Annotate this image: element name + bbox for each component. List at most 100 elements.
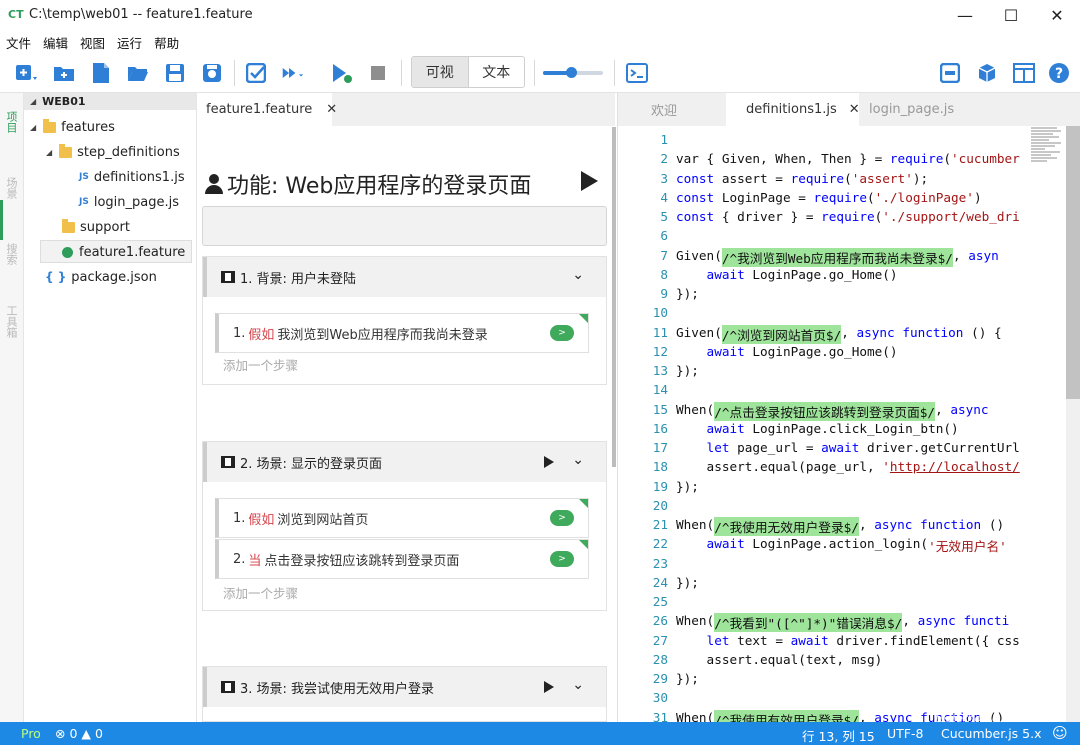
menu-view[interactable]: 视图: [80, 33, 105, 52]
code-line[interactable]: 3 const assert = require('assert');: [618, 171, 1028, 190]
view-mode-text-button[interactable]: 文本: [469, 57, 525, 87]
tab-welcome[interactable]: 欢迎: [618, 93, 726, 126]
run-step-icon[interactable]: >: [550, 510, 574, 526]
side-tab-toolbox[interactable]: 工具箱: [4, 305, 18, 338]
chevron-down-icon[interactable]: ⌄: [572, 267, 584, 283]
tree-item-login-page[interactable]: JS login_page.js: [79, 191, 179, 213]
cursor-position[interactable]: 行 13, 列 15: [802, 726, 875, 745]
view-mode-visual-button[interactable]: 可视: [412, 57, 469, 87]
scenario-header[interactable]: 1. 背景: 用户未登陆 ⌄: [203, 257, 606, 297]
code-scrollbar[interactable]: [1066, 126, 1080, 722]
smiley-icon[interactable]: ☺: [1052, 724, 1068, 742]
open-folder-icon[interactable]: [126, 61, 150, 85]
help-icon[interactable]: ?: [1047, 61, 1071, 85]
tree-item-package-json[interactable]: { } package.json: [45, 266, 157, 288]
code-line[interactable]: 9});: [618, 286, 1028, 305]
package-icon[interactable]: [975, 61, 999, 85]
panel-icon[interactable]: [938, 61, 962, 85]
add-step-link[interactable]: 添加一个步骤: [223, 355, 298, 374]
code-line[interactable]: 13});: [618, 363, 1028, 382]
run-step-icon[interactable]: >: [550, 551, 574, 567]
code-line[interactable]: 20: [618, 498, 1028, 517]
run-scenario-icon[interactable]: [544, 681, 554, 693]
menu-run[interactable]: 运行: [117, 33, 142, 52]
editor-scrollbar[interactable]: [612, 127, 616, 467]
save-icon[interactable]: [163, 61, 187, 85]
runtime-indicator[interactable]: Cucumber.js 5.x: [941, 726, 1042, 741]
code-line[interactable]: 27 let text = await driver.findElement({…: [618, 633, 1028, 652]
new-file-icon[interactable]: [14, 61, 38, 85]
scenario-header[interactable]: 3. 场景: 我尝试使用无效用户登录 ⌄: [203, 667, 606, 707]
run-icon[interactable]: [330, 61, 354, 85]
code-line[interactable]: 23: [618, 556, 1028, 575]
feature-title[interactable]: 功能: Web应用程序的登录页面: [203, 168, 531, 200]
add-step-link[interactable]: 添加一个步骤: [223, 583, 298, 602]
menu-file[interactable]: 文件: [6, 33, 31, 52]
new-folder-icon[interactable]: [52, 61, 76, 85]
code-line[interactable]: 6: [618, 228, 1028, 247]
side-tab-scenarios[interactable]: 场景: [4, 177, 18, 199]
code-line[interactable]: 29});: [618, 671, 1028, 690]
save-all-icon[interactable]: [200, 61, 224, 85]
side-tab-project[interactable]: 项目: [4, 111, 18, 133]
run-all-icon[interactable]: [282, 61, 306, 85]
code-line[interactable]: 30: [618, 690, 1028, 709]
code-line[interactable]: 26 When(/^我看到"([^"]*)"错误消息$/, async funct…: [618, 613, 1028, 633]
tab-login-page[interactable]: login_page.js: [859, 93, 979, 126]
feature-description-input[interactable]: [202, 206, 607, 246]
tab-feature1[interactable]: feature1.feature ✕: [197, 93, 337, 126]
menu-help[interactable]: 帮助: [154, 33, 179, 52]
code-line[interactable]: 2 var { Given, When, Then } = require('cu…: [618, 151, 1028, 170]
chevron-down-icon[interactable]: ⌄: [572, 677, 584, 693]
step-row[interactable]: 1. 假如 我浏览到Web应用程序而我尚未登录 >: [215, 313, 589, 353]
code-line[interactable]: 8 await LoginPage.go_Home(): [618, 267, 1028, 286]
code-line[interactable]: 16 await LoginPage.click_Login_btn(): [618, 421, 1028, 440]
terminal-icon[interactable]: [625, 61, 649, 85]
maximize-button[interactable]: ☐: [988, 0, 1034, 31]
new-document-icon[interactable]: [89, 61, 113, 85]
scenario-header[interactable]: 2. 场景: 显示的登录页面 ⌄: [203, 442, 606, 482]
code-line[interactable]: 15 When(/^点击登录按钮应该跳转到登录页面$/, async: [618, 401, 1028, 421]
code-line[interactable]: 28 assert.equal(text, msg): [618, 652, 1028, 671]
zoom-slider-thumb[interactable]: [566, 67, 577, 78]
code-line[interactable]: 25: [618, 594, 1028, 613]
step-row[interactable]: 1. 假如 浏览到网站首页 >: [215, 498, 589, 538]
code-line[interactable]: 21 When(/^我使用无效用户登录$/, async function (): [618, 517, 1028, 536]
stop-icon[interactable]: [366, 61, 390, 85]
check-icon[interactable]: [244, 61, 268, 85]
code-line[interactable]: 19});: [618, 479, 1028, 498]
layout-icon[interactable]: [1012, 61, 1036, 85]
code-line[interactable]: 22 await LoginPage.action_login('无效用户名': [618, 536, 1028, 555]
tree-item-features[interactable]: ◢ features: [30, 116, 115, 138]
code-line[interactable]: 1: [618, 132, 1028, 151]
code-line[interactable]: 10: [618, 305, 1028, 324]
code-area[interactable]: 1 2 var { Given, When, Then } = require('c…: [618, 126, 1028, 722]
minimize-button[interactable]: —: [942, 0, 988, 31]
chevron-down-icon[interactable]: ⌄: [572, 452, 584, 468]
run-scenario-icon[interactable]: [544, 456, 554, 468]
code-line[interactable]: 14: [618, 382, 1028, 401]
minimap[interactable]: [1028, 126, 1064, 722]
menu-edit[interactable]: 编辑: [43, 33, 68, 52]
code-line[interactable]: 24});: [618, 575, 1028, 594]
errors-indicator[interactable]: ⊗ 0 ▲ 0: [55, 726, 103, 741]
step-row[interactable]: 2. 当点击登录按钮应该跳转到登录页面 >: [215, 539, 589, 579]
code-line[interactable]: 12 await LoginPage.go_Home(): [618, 344, 1028, 363]
code-line[interactable]: 11 Given(/^浏览到网站首页$/, async function () {: [618, 324, 1028, 344]
close-tab-icon[interactable]: ✕: [326, 102, 337, 117]
code-line[interactable]: 7 Given(/^我浏览到Web应用程序而我尚未登录$/, asyn: [618, 247, 1028, 267]
tree-item-step-definitions[interactable]: ◢ step_definitions: [46, 141, 180, 163]
tree-item-definitions1[interactable]: JS definitions1.js: [79, 166, 185, 188]
run-feature-icon[interactable]: [581, 171, 598, 191]
tab-definitions1[interactable]: definitions1.js ✕: [726, 93, 860, 126]
code-line[interactable]: 4 const LoginPage = require('./loginPage'…: [618, 190, 1028, 209]
tree-item-support[interactable]: support: [62, 216, 130, 238]
encoding-indicator[interactable]: UTF-8: [887, 726, 923, 741]
close-window-button[interactable]: ✕: [1034, 0, 1080, 31]
side-tab-search[interactable]: 搜索: [4, 243, 18, 265]
code-line[interactable]: 17 let page_url = await driver.getCurren…: [618, 440, 1028, 459]
code-line[interactable]: 5 const { driver } = require('./support/w…: [618, 209, 1028, 228]
run-step-icon[interactable]: >: [550, 325, 574, 341]
code-line[interactable]: 18 assert.equal(page_url, ' http://localh…: [618, 459, 1028, 478]
tree-item-feature1[interactable]: feature1.feature: [62, 241, 185, 263]
